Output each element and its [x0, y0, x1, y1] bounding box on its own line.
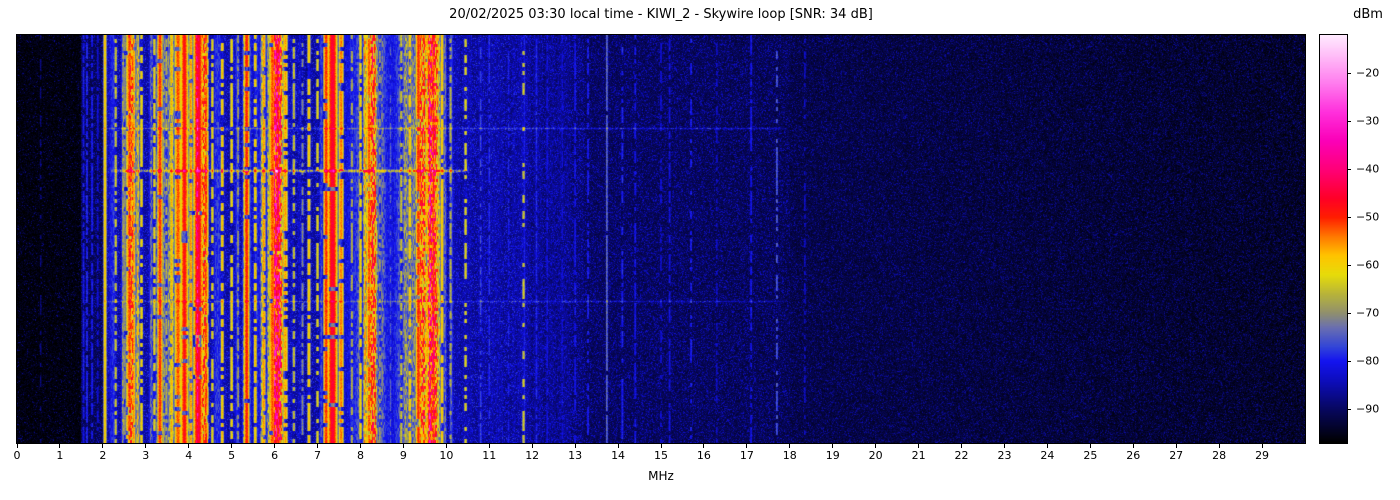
colorbar-tick-label: −70 [1356, 306, 1380, 320]
x-tick-label: 21 [911, 449, 926, 462]
x-tick-label: 9 [399, 449, 407, 462]
colorbar-tick-mark [1347, 360, 1351, 362]
x-tick-mark [531, 444, 533, 448]
colorbar-tick-label: −80 [1356, 354, 1380, 368]
x-tick-mark [1003, 444, 1005, 448]
x-tick-mark [918, 444, 920, 448]
x-tick-label: 8 [356, 449, 364, 462]
x-tick-mark [746, 444, 748, 448]
x-tick-label: 2 [99, 449, 107, 462]
x-tick-label: 0 [13, 449, 21, 462]
x-tick-label: 25 [1083, 449, 1098, 462]
colorbar-tick-mark [1347, 72, 1351, 74]
colorbar-canvas [1320, 35, 1347, 443]
x-tick-mark [832, 444, 834, 448]
x-tick-mark [488, 444, 490, 448]
x-tick-mark [59, 444, 61, 448]
colorbar-tick-mark [1347, 264, 1351, 266]
colorbar-tick-mark [1347, 168, 1351, 170]
x-tick-mark [102, 444, 104, 448]
x-tick-mark [961, 444, 963, 448]
x-tick-label: 18 [782, 449, 797, 462]
x-tick-label: 3 [142, 449, 150, 462]
waterfall-plot-area [16, 34, 1306, 444]
x-tick-mark [274, 444, 276, 448]
x-tick-mark [231, 444, 233, 448]
x-tick-label: 6 [271, 449, 279, 462]
x-tick-mark [703, 444, 705, 448]
x-tick-label: 17 [739, 449, 754, 462]
x-tick-mark [617, 444, 619, 448]
x-tick-label: 19 [825, 449, 840, 462]
colorbar-tick-label: −20 [1356, 66, 1380, 80]
x-tick-label: 10 [439, 449, 454, 462]
x-axis-label: MHz [648, 469, 674, 483]
colorbar-tick-label: −90 [1356, 402, 1380, 416]
x-tick-mark [1132, 444, 1134, 448]
x-tick-label: 5 [228, 449, 236, 462]
x-tick-mark [1089, 444, 1091, 448]
colorbar-tick-mark [1347, 312, 1351, 314]
x-tick-mark [574, 444, 576, 448]
colorbar-tick-label: −50 [1356, 210, 1380, 224]
x-tick-mark [402, 444, 404, 448]
x-tick-label: 27 [1169, 449, 1184, 462]
colorbar-tick-mark [1347, 408, 1351, 410]
x-tick-label: 28 [1212, 449, 1227, 462]
waterfall-canvas [17, 35, 1305, 443]
x-tick-label: 13 [568, 449, 583, 462]
x-tick-mark [789, 444, 791, 448]
x-tick-mark [359, 444, 361, 448]
spectrogram-figure: 20/02/2025 03:30 local time - KIWI_2 - S… [0, 0, 1400, 500]
x-tick-mark [188, 444, 190, 448]
x-tick-mark [317, 444, 319, 448]
x-tick-label: 14 [611, 449, 626, 462]
colorbar [1319, 34, 1348, 444]
x-tick-mark [1046, 444, 1048, 448]
x-tick-mark [660, 444, 662, 448]
x-tick-label: 1 [56, 449, 64, 462]
x-tick-label: 16 [696, 449, 711, 462]
x-tick-label: 24 [1040, 449, 1055, 462]
colorbar-tick-label: −40 [1356, 162, 1380, 176]
colorbar-tick-label: −30 [1356, 114, 1380, 128]
colorbar-tick-mark [1347, 216, 1351, 218]
chart-title: 20/02/2025 03:30 local time - KIWI_2 - S… [449, 7, 873, 22]
colorbar-unit-label: dBm [1353, 7, 1383, 22]
x-tick-label: 15 [654, 449, 668, 462]
x-tick-label: 20 [868, 449, 883, 462]
x-tick-label: 26 [1126, 449, 1141, 462]
x-tick-label: 23 [997, 449, 1012, 462]
x-tick-label: 11 [482, 449, 497, 462]
colorbar-tick-mark [1347, 120, 1351, 122]
x-tick-mark [445, 444, 447, 448]
x-tick-mark [1218, 444, 1220, 448]
x-tick-mark [1261, 444, 1263, 448]
x-tick-label: 7 [314, 449, 322, 462]
x-tick-mark [145, 444, 147, 448]
x-tick-label: 22 [954, 449, 969, 462]
x-tick-mark [1175, 444, 1177, 448]
x-tick-mark [875, 444, 877, 448]
x-tick-mark [16, 444, 18, 448]
colorbar-tick-label: −60 [1356, 258, 1380, 272]
x-tick-label: 12 [525, 449, 540, 462]
x-tick-label: 4 [185, 449, 193, 462]
x-tick-label: 29 [1255, 449, 1270, 462]
